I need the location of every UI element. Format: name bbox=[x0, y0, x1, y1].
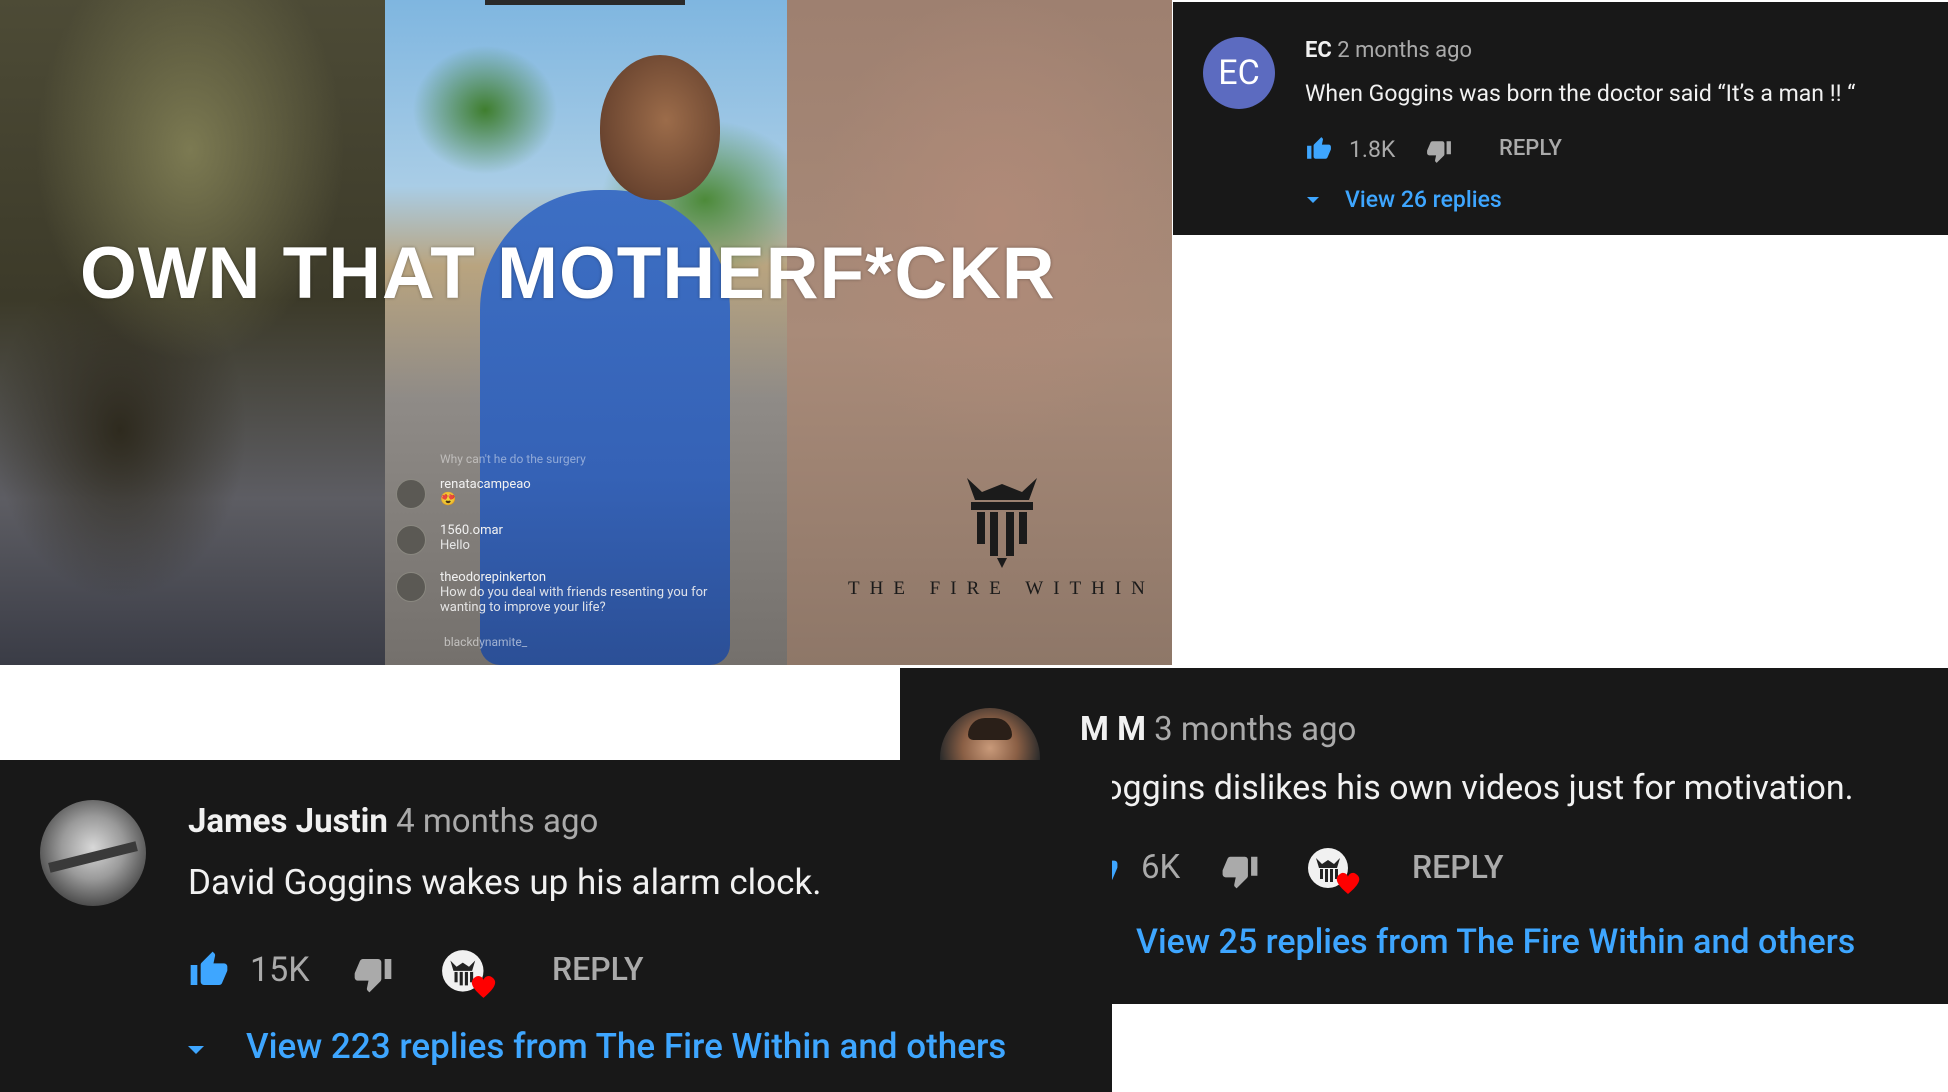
caret-down-icon[interactable] bbox=[184, 1042, 208, 1058]
avatar-bridge-line bbox=[48, 841, 138, 873]
like-count: 1.8K bbox=[1349, 136, 1396, 163]
chat-username: renatacampeao bbox=[440, 477, 531, 492]
comment-header: EC 2 months ago bbox=[1305, 38, 1472, 63]
comment-card-james-justin: James Justin 4 months ago David Goggins … bbox=[0, 760, 1112, 1092]
avatar-initials: EC bbox=[1218, 53, 1260, 93]
thumbs-down-icon[interactable] bbox=[1220, 852, 1260, 890]
video-frame[interactable]: OWN THAT MOTHERF*CKR Why can't he do the… bbox=[0, 0, 1172, 665]
comment-text: Goggins dislikes his own videos just for… bbox=[1080, 768, 1854, 808]
view-replies-link[interactable]: View 26 replies bbox=[1345, 186, 1502, 213]
avatar[interactable]: EC bbox=[1203, 37, 1275, 109]
chat-username: 1560.omar bbox=[440, 523, 503, 538]
creator-heart-icon bbox=[1308, 848, 1360, 894]
avatar-hair bbox=[968, 718, 1012, 740]
thumbs-down-icon[interactable] bbox=[352, 954, 394, 994]
caret-down-icon[interactable] bbox=[1305, 194, 1321, 206]
comment-author[interactable]: James Justin bbox=[188, 802, 388, 841]
view-replies-link[interactable]: View 223 replies from The Fire Within an… bbox=[246, 1026, 1006, 1067]
video-overlay-title: OWN THAT MOTHERF*CKR bbox=[80, 233, 1056, 314]
like-count: 6K bbox=[1141, 848, 1181, 887]
reply-button[interactable]: REPLY bbox=[1412, 848, 1504, 886]
fire-within-logo-icon bbox=[967, 478, 1037, 568]
comment-time[interactable]: 3 months ago bbox=[1154, 710, 1356, 749]
thumbs-up-icon[interactable] bbox=[1305, 136, 1333, 162]
chat-message: 😍 bbox=[440, 492, 457, 507]
chat-avatar bbox=[396, 525, 426, 555]
view-replies-link[interactable]: View 25 replies from The Fire Within and… bbox=[1136, 922, 1855, 962]
comment-author[interactable]: EC bbox=[1305, 38, 1332, 63]
comment-header: James Justin 4 months ago bbox=[188, 802, 598, 841]
thumbs-down-icon[interactable] bbox=[1425, 138, 1453, 164]
live-chat-last-user: blackdynamite_ bbox=[444, 635, 528, 649]
video-blur-left bbox=[0, 0, 385, 665]
brand-name: THE FIRE WITHIN bbox=[848, 578, 1155, 599]
reply-button[interactable]: REPLY bbox=[552, 950, 644, 988]
comment-author[interactable]: M M bbox=[1080, 710, 1146, 749]
comment-card-ec: EC EC 2 months ago When Goggins was born… bbox=[1173, 0, 1948, 235]
video-progress-bar[interactable] bbox=[485, 0, 685, 5]
avatar[interactable] bbox=[40, 800, 146, 906]
chat-avatar bbox=[396, 479, 426, 509]
chat-username: theodorepinkerton bbox=[440, 570, 547, 585]
comment-text: When Goggins was born the doctor said “I… bbox=[1305, 80, 1856, 107]
reply-button[interactable]: REPLY bbox=[1499, 136, 1562, 161]
comment-time[interactable]: 2 months ago bbox=[1337, 38, 1472, 63]
comment-text: David Goggins wakes up his alarm clock. bbox=[188, 862, 822, 903]
live-chat-faded-line: Why can't he do the surgery bbox=[440, 452, 586, 466]
comment-time[interactable]: 4 months ago bbox=[396, 802, 598, 841]
like-count: 15K bbox=[250, 950, 310, 990]
chat-message: How do you deal with friends resenting y… bbox=[440, 585, 708, 615]
chat-message: Hello bbox=[440, 538, 470, 553]
creator-heart-icon bbox=[442, 950, 496, 998]
video-person-head bbox=[600, 55, 720, 200]
chat-avatar bbox=[396, 572, 426, 602]
thumbs-up-icon[interactable] bbox=[188, 950, 230, 990]
comment-header: M M 3 months ago bbox=[1080, 710, 1356, 749]
